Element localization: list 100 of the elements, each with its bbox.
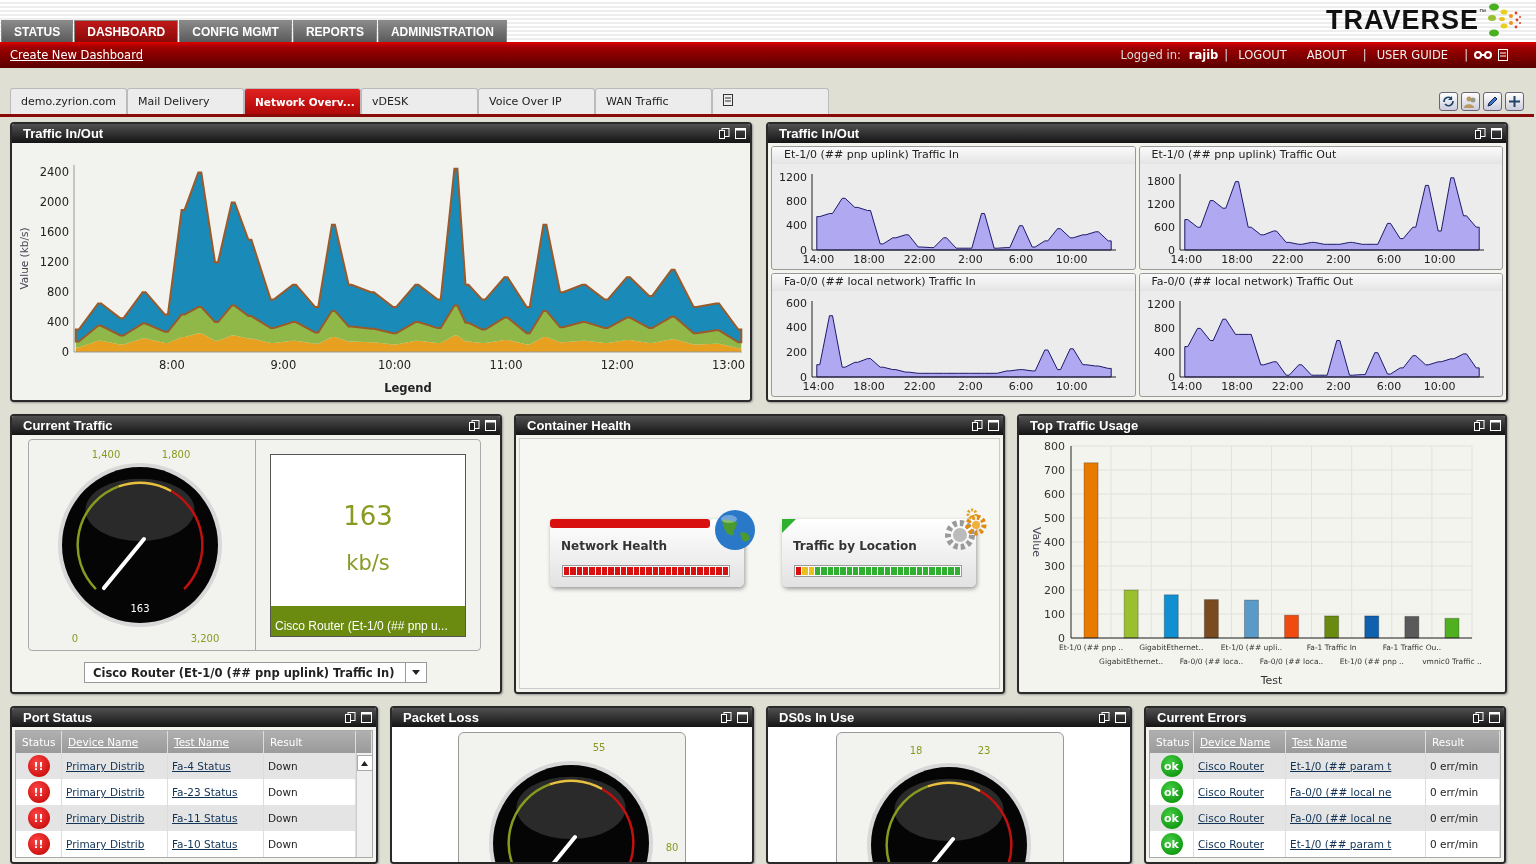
panel-title: Packet Loss	[403, 710, 479, 725]
device-link[interactable]: Primary Distrib	[62, 805, 168, 831]
tick-label: 18:00	[1220, 380, 1253, 393]
tick-label: 8:00	[159, 358, 185, 372]
restore-icon[interactable]	[1474, 420, 1485, 431]
document-icon	[723, 94, 733, 106]
main-menu-tab[interactable]: CONFIG MGMT	[179, 20, 292, 42]
key-icon[interactable]	[1474, 51, 1492, 59]
tick-label: 6:00	[1376, 253, 1401, 266]
gauge-value: 163	[130, 603, 150, 614]
main-menu-tab[interactable]: ADMINISTRATION	[377, 20, 507, 42]
restore-icon[interactable]	[1475, 128, 1486, 139]
bar	[1203, 599, 1219, 639]
maximize-icon[interactable]	[1490, 420, 1501, 431]
view-tab[interactable]: WAN Traffic	[595, 88, 712, 114]
tick-label: 22:00	[903, 380, 936, 393]
scroll-up-icon[interactable]	[361, 760, 368, 766]
tick-label: 22:00	[1271, 253, 1303, 266]
source-select[interactable]: Cisco Router (Et-1/0 (## pnp uplink) Traffic In)	[84, 662, 427, 683]
gauge-label: 55	[592, 742, 606, 753]
test-link[interactable]: Fa-4 Status	[168, 753, 264, 779]
restore-icon[interactable]	[1473, 712, 1484, 723]
separator: |	[1224, 48, 1229, 62]
tick-label: 10:00	[1055, 380, 1088, 393]
restore-icon[interactable]	[345, 712, 356, 723]
maximize-icon[interactable]	[737, 712, 748, 723]
health-card[interactable]: Network Health	[550, 518, 744, 587]
device-link[interactable]: Primary Distrib	[62, 753, 168, 779]
document-icon[interactable]	[1498, 49, 1508, 61]
chart-title: Et-1/0 (## pnp uplink) Traffic In	[772, 147, 1135, 164]
pencil-icon	[1486, 95, 1499, 108]
device-link[interactable]: Cisco Router	[1194, 805, 1286, 831]
restore-icon[interactable]	[1099, 712, 1110, 723]
view-tab[interactable]: vDESK	[361, 88, 478, 114]
tick-label: 9:00	[270, 358, 297, 372]
tick-label: 1200	[779, 170, 807, 184]
view-tab[interactable]	[712, 88, 829, 114]
add-button[interactable]	[1505, 92, 1524, 111]
bar	[1444, 617, 1460, 639]
status-icon: ok	[1160, 833, 1183, 855]
view-tab[interactable]: Voice Over IP	[478, 88, 595, 114]
header-link[interactable]: USER GUIDE	[1376, 48, 1449, 62]
tick-label: 2:00	[958, 380, 983, 393]
maximize-icon[interactable]	[361, 712, 372, 723]
separator: |	[1362, 48, 1367, 62]
maximize-icon[interactable]	[988, 420, 999, 431]
bar	[1284, 614, 1300, 639]
main-menu-tab[interactable]: STATUS	[1, 20, 74, 42]
maximize-icon[interactable]	[1489, 712, 1500, 723]
test-link[interactable]: Fa-0/0 (## local ne	[1286, 805, 1426, 831]
header-link[interactable]: ABOUT	[1306, 48, 1347, 62]
create-dashboard-link[interactable]: Create New Dashboard	[10, 48, 143, 62]
main-menu-tab[interactable]: REPORTS	[292, 20, 377, 42]
tick-label: 13:00	[712, 358, 746, 372]
header-link[interactable]: LOGOUT	[1238, 48, 1287, 62]
tick-label: 12:00	[600, 358, 634, 372]
axis-title: Value	[1030, 526, 1043, 558]
tick-label: 1600	[39, 225, 69, 240]
bar	[1324, 615, 1340, 639]
panel-title: Top Traffic Usage	[1030, 418, 1139, 433]
maximize-icon[interactable]	[1491, 128, 1502, 139]
restore-icon[interactable]	[719, 128, 730, 139]
test-link[interactable]: Et-1/0 (## param t	[1286, 753, 1426, 779]
health-card[interactable]: Traffic by Location	[782, 518, 976, 587]
chart-title: Fa-0/0 (## local network) Traffic Out	[1139, 274, 1502, 291]
tick-label: 2400	[39, 165, 69, 180]
device-link[interactable]: Cisco Router	[1194, 753, 1286, 779]
tick-label: 400	[786, 219, 807, 233]
view-tab[interactable]: Network Overv...	[244, 88, 361, 114]
main-menu-tab[interactable]: DASHBOARD	[74, 20, 179, 42]
refresh-button[interactable]	[1439, 92, 1458, 111]
tick-label: 22:00	[903, 253, 936, 266]
restore-icon[interactable]	[972, 420, 983, 431]
bar	[1404, 615, 1420, 639]
test-link[interactable]: Fa-11 Status	[168, 805, 264, 831]
bar	[1123, 589, 1139, 639]
tick-label: 400	[786, 321, 807, 335]
readout-caption: Cisco Router (Et-1/0 (## pnp u...	[271, 605, 465, 636]
tick-label: 14:00	[802, 253, 835, 266]
maximize-icon[interactable]	[735, 128, 746, 139]
restore-icon[interactable]	[721, 712, 732, 723]
maximize-icon[interactable]	[485, 420, 496, 431]
tick-label: 14:00	[1170, 253, 1202, 266]
refresh-icon	[1442, 95, 1455, 108]
tick-label: 6:00	[1008, 380, 1034, 393]
tick-label: 18:00	[853, 253, 885, 266]
users-button[interactable]	[1461, 92, 1480, 111]
edit-button[interactable]	[1483, 92, 1502, 111]
restore-icon[interactable]	[469, 420, 480, 431]
logo-text: TRAVERSE	[1325, 4, 1479, 36]
view-tab[interactable]: Mail Delivery	[127, 88, 244, 114]
scrollbar[interactable]	[356, 753, 372, 857]
bar	[1163, 594, 1179, 639]
maximize-icon[interactable]	[1115, 712, 1126, 723]
readout-unit: kb/s	[346, 550, 390, 575]
tick-label: 800	[1044, 439, 1065, 453]
view-tab[interactable]: demo.zyrion.com	[10, 88, 127, 114]
tick-label: 1200	[1146, 197, 1175, 211]
tick-label: 400	[47, 315, 69, 330]
users-icon	[1464, 95, 1477, 108]
